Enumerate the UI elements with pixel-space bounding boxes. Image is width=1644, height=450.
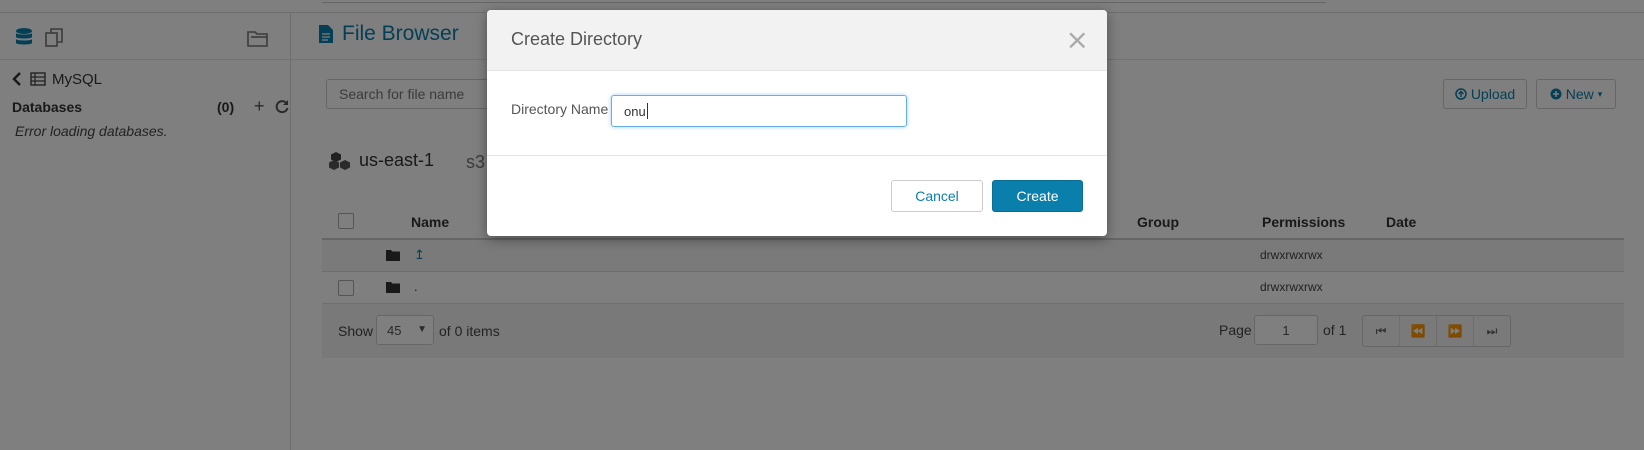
- create-directory-dialog: Create Directory × Directory Name onu Ca…: [487, 10, 1107, 236]
- dialog-body: Directory Name onu: [487, 71, 1107, 156]
- cancel-label: Cancel: [915, 188, 959, 204]
- cancel-button[interactable]: Cancel: [891, 180, 983, 212]
- dialog-header: Create Directory ×: [487, 10, 1107, 71]
- directory-name-value: onu: [624, 103, 646, 119]
- directory-name-label: Directory Name: [511, 101, 609, 117]
- directory-name-input[interactable]: onu: [611, 95, 907, 127]
- dialog-title: Create Directory: [511, 29, 643, 49]
- close-icon[interactable]: ×: [1066, 26, 1089, 54]
- text-cursor: [646, 103, 648, 119]
- create-label: Create: [1016, 188, 1059, 204]
- create-button[interactable]: Create: [992, 180, 1083, 212]
